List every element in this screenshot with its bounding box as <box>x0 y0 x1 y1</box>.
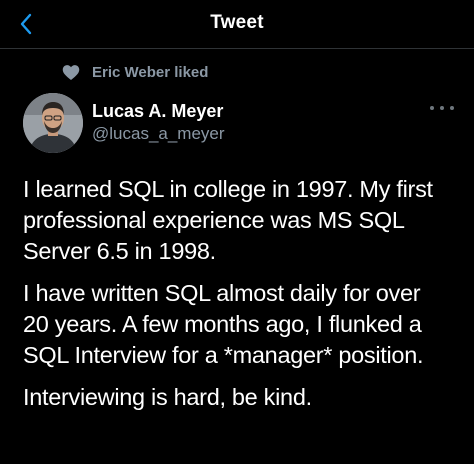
tweet-text: I learned SQL in college in 1997. My fir… <box>23 174 463 424</box>
more-options-button[interactable] <box>430 100 454 116</box>
header-divider <box>0 48 474 49</box>
avatar[interactable] <box>23 93 83 153</box>
author-handle[interactable]: @lucas_a_meyer <box>92 124 225 144</box>
more-dot <box>440 106 444 110</box>
more-dot <box>450 106 454 110</box>
social-context-text: Eric Weber liked <box>92 63 209 81</box>
tweet-paragraph: I have written SQL almost daily for over… <box>23 280 424 368</box>
tweet-paragraph: I learned SQL in college in 1997. My fir… <box>23 176 433 264</box>
tweet-paragraph: Interviewing is hard, be kind. <box>23 384 312 410</box>
page-title: Tweet <box>210 12 264 33</box>
heart-icon <box>62 63 80 81</box>
top-nav-bar: Tweet <box>0 0 474 48</box>
author-name[interactable]: Lucas A. Meyer <box>92 101 223 122</box>
social-context[interactable]: Eric Weber liked <box>62 62 208 82</box>
more-dot <box>430 106 434 110</box>
